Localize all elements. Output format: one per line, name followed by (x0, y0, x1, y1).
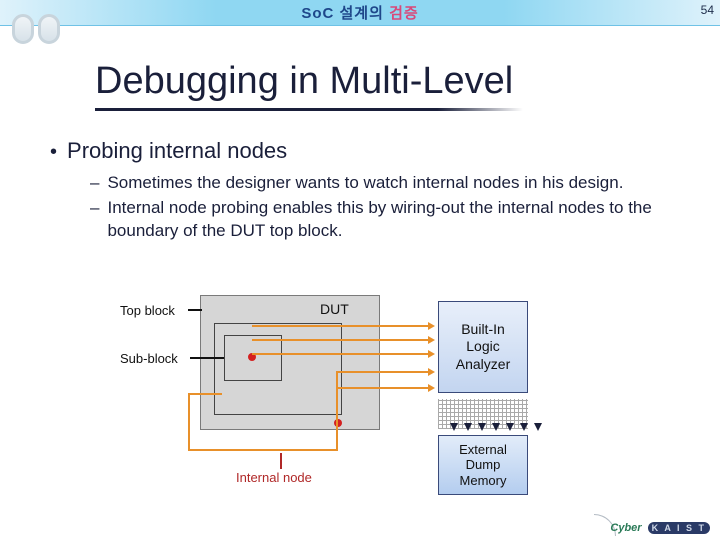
title-underline (95, 108, 523, 111)
top-block-label: Top block (120, 303, 175, 318)
header-mid: 설계의 (334, 5, 389, 22)
bullet-level1: • Probing internal nodes (50, 138, 670, 164)
kaist-badge: K A I S T (648, 522, 710, 534)
bila-text: Built-In Logic Analyzer (456, 321, 510, 374)
page-number: 54 (701, 3, 714, 17)
bullet-level2: – Internal node probing enables this by … (90, 197, 670, 243)
header-title: SoC 설계의 검증 (301, 2, 418, 23)
external-dump-memory-box: External Dump Memory (438, 435, 528, 495)
slide-title: Debugging in Multi-Level (95, 60, 513, 103)
binder-rings (12, 14, 60, 44)
arrow-icon (428, 350, 435, 358)
bullet-sub2-text: Internal node probing enables this by wi… (107, 197, 670, 243)
ext-text: External Dump Memory (459, 442, 507, 489)
wire (188, 393, 190, 451)
wire (188, 393, 222, 395)
ring-icon (12, 14, 34, 44)
cyber-text: Cyber (610, 522, 641, 534)
internal-node-label: Internal node (236, 470, 312, 485)
content-area: • Probing internal nodes – Sometimes the… (50, 138, 670, 245)
wire (336, 387, 430, 389)
bullet-sub1-text: Sometimes the designer wants to watch in… (107, 172, 623, 195)
wire (336, 371, 430, 373)
arrow-icon (428, 336, 435, 344)
arrow-icon (428, 322, 435, 330)
chevron-down-icon (534, 423, 542, 431)
pointer-line (188, 309, 202, 311)
pointer-line (190, 357, 224, 359)
bullet-dot-icon: • (50, 142, 57, 162)
chevron-down-icon (450, 423, 458, 431)
wire (252, 353, 430, 355)
wire (188, 449, 338, 451)
dash-icon: – (90, 197, 99, 243)
wire (336, 371, 338, 421)
diagram: DUT Built-In Logic Analyzer External Dum… (120, 295, 620, 505)
footer-logo: Cyber K A I S T (610, 522, 710, 534)
sub-block-label: Sub-block (120, 351, 178, 366)
header-soc: SoC (301, 5, 334, 22)
pointer-line (280, 453, 282, 469)
built-in-logic-analyzer-box: Built-In Logic Analyzer (438, 301, 528, 393)
dut-label: DUT (320, 301, 349, 317)
bullet-main-text: Probing internal nodes (67, 138, 287, 164)
wire (336, 421, 338, 451)
header-last: 검증 (389, 5, 419, 22)
dash-icon: – (90, 172, 99, 195)
header-bar: SoC 설계의 검증 54 (0, 0, 720, 26)
chevron-down-icon (464, 423, 472, 431)
wire (252, 339, 430, 341)
bullet-level2: – Sometimes the designer wants to watch … (90, 172, 670, 195)
chevron-down-icon (506, 423, 514, 431)
down-arrows (450, 423, 542, 431)
chevron-down-icon (492, 423, 500, 431)
arrow-icon (428, 384, 435, 392)
chevron-down-icon (478, 423, 486, 431)
ring-icon (38, 14, 60, 44)
arrow-icon (428, 368, 435, 376)
chevron-down-icon (520, 423, 528, 431)
wire (252, 325, 430, 327)
